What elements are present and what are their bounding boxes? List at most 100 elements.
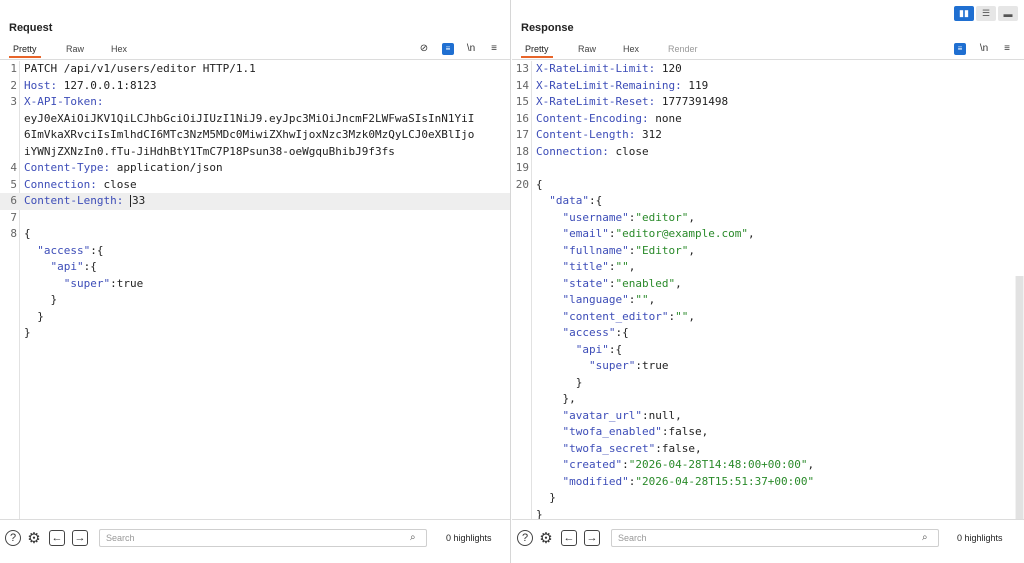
code-line[interactable]: 7 bbox=[0, 210, 510, 227]
tab-render[interactable]: Render bbox=[668, 44, 698, 54]
code-text: "api":{ bbox=[575, 342, 623, 356]
code-line[interactable]: "state":"enabled", bbox=[512, 276, 1024, 293]
code-line[interactable]: "content_editor":"", bbox=[512, 309, 1024, 326]
code-line[interactable]: 19 bbox=[512, 160, 1024, 177]
code-line[interactable]: "avatar_url":null, bbox=[512, 408, 1024, 425]
help-icon[interactable]: ? bbox=[517, 530, 533, 546]
line-number: 15 bbox=[515, 95, 529, 108]
search-input[interactable]: Search bbox=[99, 529, 427, 547]
code-line[interactable]: eyJ0eXAiOiJKV1QiLCJhbGciOiJIUzI1NiJ9.eyJ… bbox=[0, 111, 510, 128]
tab-raw[interactable]: Raw bbox=[578, 44, 596, 54]
code-line[interactable]: 14 X-RateLimit-Remaining: 119 bbox=[512, 78, 1024, 95]
code-line[interactable]: "language":"", bbox=[512, 292, 1024, 309]
code-line[interactable]: "twofa_enabled":false, bbox=[512, 424, 1024, 441]
code-text: "modified":"2026-04-28T15:51:37+00:00" bbox=[562, 474, 815, 488]
code-line[interactable]: "email":"editor@example.com", bbox=[512, 226, 1024, 243]
code-text: 6ImVkaXRvciIsImlhdCI6MTc3NzM5MDc0MiwiZXh… bbox=[24, 128, 475, 141]
code-text: "avatar_url":null, bbox=[562, 408, 682, 422]
code-text: Content-Type: application/json bbox=[24, 161, 223, 174]
code-text: "access":{ bbox=[562, 326, 629, 339]
code-line[interactable]: 15 X-RateLimit-Reset: 1777391498 bbox=[512, 94, 1024, 111]
tab-hex[interactable]: Hex bbox=[623, 44, 639, 54]
code-line[interactable]: "api":{ bbox=[512, 342, 1024, 359]
code-line[interactable]: 5 Connection: close bbox=[0, 177, 510, 194]
code-text: eyJ0eXAiOiJKV1QiLCJhbGciOiJIUzI1NiJ9.eyJ… bbox=[24, 111, 475, 125]
forward-arrow-icon[interactable]: → bbox=[584, 530, 600, 546]
line-number: 13 bbox=[515, 62, 529, 75]
newline-icon[interactable]: \n bbox=[978, 43, 990, 55]
code-line[interactable]: 4 Content-Type: application/json bbox=[0, 160, 510, 177]
code-text: PATCH /api/v1/users/editor HTTP/1.1 bbox=[24, 62, 256, 75]
code-line[interactable]: 1 PATCH /api/v1/users/editor HTTP/1.1 bbox=[0, 61, 510, 78]
tab-hex[interactable]: Hex bbox=[111, 44, 127, 54]
code-text: "api":{ bbox=[50, 260, 97, 273]
code-text: } bbox=[24, 293, 58, 306]
forward-arrow-icon[interactable]: → bbox=[72, 530, 88, 546]
request-tabbar: Pretty Raw Hex ⊘ ≡ \n ≡ bbox=[0, 42, 510, 60]
gear-icon[interactable]: ⚙ bbox=[538, 530, 554, 547]
search-input[interactable]: Search bbox=[611, 529, 939, 547]
code-text: "created":"2026-04-28T14:48:00+00:00", bbox=[562, 458, 815, 471]
code-line[interactable]: 13 X-RateLimit-Limit: 120 bbox=[512, 61, 1024, 78]
code-line[interactable]: iYWNjZXNzIn0.fTu-JiHdhBtY1TmC7P18Psun38-… bbox=[0, 144, 510, 161]
code-text: Content-Encoding: none bbox=[536, 111, 682, 125]
menu-icon[interactable]: ≡ bbox=[1001, 43, 1013, 55]
code-line[interactable]: } bbox=[0, 309, 510, 326]
tab-raw[interactable]: Raw bbox=[66, 44, 84, 54]
menu-icon[interactable]: ≡ bbox=[488, 43, 500, 55]
gear-icon[interactable]: ⚙ bbox=[26, 530, 42, 547]
code-line[interactable]: } bbox=[512, 375, 1024, 392]
code-line[interactable]: "access":{ bbox=[0, 243, 510, 260]
code-line[interactable]: "super":true bbox=[512, 358, 1024, 375]
back-arrow-icon[interactable]: ← bbox=[561, 530, 577, 546]
code-text: "twofa_secret":false, bbox=[562, 441, 702, 455]
code-text: Connection: close bbox=[24, 177, 137, 191]
code-line[interactable]: 18 Connection: close bbox=[512, 144, 1024, 161]
code-line[interactable]: "created":"2026-04-28T14:48:00+00:00", bbox=[512, 457, 1024, 474]
code-line[interactable]: 2 Host: 127.0.0.1:8123 bbox=[0, 78, 510, 95]
code-line[interactable]: "api":{ bbox=[0, 259, 510, 276]
wrap-lines-icon[interactable]: ≡ bbox=[442, 43, 454, 55]
help-icon[interactable]: ? bbox=[5, 530, 21, 546]
newline-icon[interactable]: \n bbox=[465, 43, 477, 55]
tab-pretty[interactable]: Pretty bbox=[9, 44, 40, 58]
code-line[interactable]: "access":{ bbox=[512, 325, 1024, 342]
response-editor[interactable]: 13 X-RateLimit-Limit: 120 14 X-RateLimit-Re… bbox=[512, 61, 1024, 521]
text-cursor bbox=[129, 195, 131, 207]
code-text: Connection: close bbox=[536, 144, 649, 158]
request-editor[interactable]: 1 PATCH /api/v1/users/editor HTTP/1.1 2 Hos… bbox=[0, 61, 510, 520]
code-text: } bbox=[536, 375, 583, 389]
code-line[interactable]: } bbox=[0, 292, 510, 309]
line-number: 3 bbox=[10, 95, 17, 108]
code-line[interactable]: 6 Content-Length: 33 bbox=[0, 193, 510, 210]
line-number: 1 bbox=[10, 62, 17, 75]
wrap-lines-icon[interactable]: ≡ bbox=[954, 43, 966, 55]
code-line[interactable]: } bbox=[512, 490, 1024, 507]
code-line[interactable]: "modified":"2026-04-28T15:51:37+00:00" bbox=[512, 474, 1024, 491]
code-line[interactable]: 8{ bbox=[0, 226, 510, 243]
code-line[interactable]: "twofa_secret":false, bbox=[512, 441, 1024, 458]
line-number: 8 bbox=[10, 227, 17, 240]
code-text: X-API-Token: bbox=[24, 95, 104, 108]
code-line[interactable]: 6ImVkaXRvciIsImlhdCI6MTc3NzM5MDc0MiwiZXh… bbox=[0, 127, 510, 144]
code-text: iYWNjZXNzIn0.fTu-JiHdhBtY1TmC7P18Psun38-… bbox=[24, 144, 395, 158]
code-line[interactable]: "username":"editor", bbox=[512, 210, 1024, 227]
code-line[interactable]: 20 { bbox=[512, 177, 1024, 194]
code-line[interactable]: } bbox=[0, 325, 510, 342]
code-text: X-RateLimit-Limit: 120 bbox=[536, 62, 682, 75]
back-arrow-icon[interactable]: ← bbox=[49, 530, 65, 546]
code-line[interactable]: "data":{ bbox=[512, 193, 1024, 210]
hide-icon[interactable]: ⊘ bbox=[418, 43, 430, 55]
code-line[interactable]: "fullname":"Editor", bbox=[512, 243, 1024, 260]
code-line[interactable]: "title":"", bbox=[512, 259, 1024, 276]
code-line[interactable]: "super":true bbox=[0, 276, 510, 293]
line-number: 18 bbox=[515, 144, 529, 158]
tab-pretty[interactable]: Pretty bbox=[521, 44, 552, 58]
code-line[interactable]: 16 Content-Encoding: none bbox=[512, 111, 1024, 128]
code-line[interactable]: }, bbox=[512, 391, 1024, 408]
code-text: "title":"", bbox=[562, 260, 636, 273]
code-line[interactable]: 17 Content-Length: 312 bbox=[512, 127, 1024, 144]
code-text: }, bbox=[536, 392, 576, 405]
response-tabbar: Pretty Raw Hex Render ≡ \n ≡ bbox=[512, 42, 1024, 60]
code-line[interactable]: 3 X-API-Token: bbox=[0, 94, 510, 111]
